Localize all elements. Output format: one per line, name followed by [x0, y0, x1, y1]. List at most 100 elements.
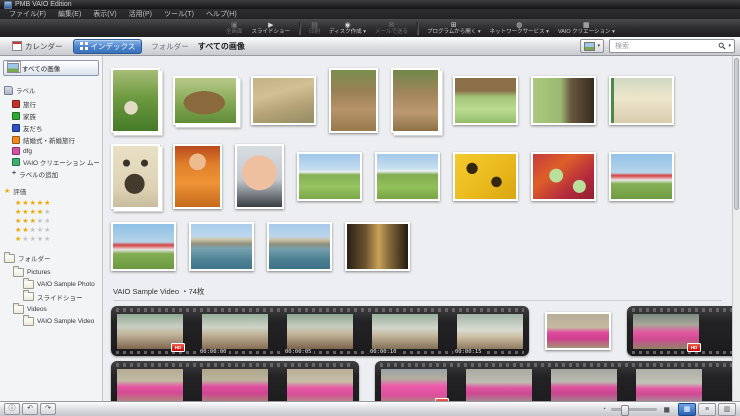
hd-video-badge: HD — [171, 343, 185, 352]
video-strip-3-frame-0[interactable]: 00:00:00 — [117, 369, 183, 402]
info-button[interactable]: ⓘ — [4, 403, 20, 415]
add-label-button[interactable]: + ラベルの追加 — [3, 168, 99, 180]
menu-item-4[interactable]: ツール(T) — [158, 9, 200, 19]
slider-thumb[interactable] — [621, 405, 629, 416]
video-thumb-girl-pink[interactable] — [545, 312, 611, 350]
detail-view-button[interactable]: ▥ — [718, 403, 736, 416]
video-strip-4-frame-3[interactable]: 00:00:10 — [636, 369, 702, 402]
photo-tortoise[interactable] — [173, 76, 238, 125]
photo-night-alley-bicycle[interactable] — [345, 222, 410, 271]
rating-filter-2-stars[interactable]: ★★★★★ — [3, 226, 99, 235]
photo-icon — [584, 42, 595, 51]
list-view-button[interactable]: ≡ — [698, 403, 716, 416]
video-strip-1-frame-2[interactable]: 00:00:05 — [287, 314, 353, 349]
photo-riverside-town-2[interactable] — [267, 222, 332, 271]
print-button[interactable]: ▤印刷 — [309, 22, 320, 35]
zoom-in-icon[interactable]: ◼ — [663, 405, 670, 414]
photo-monkey-in-grass[interactable] — [111, 68, 160, 133]
tab-folder[interactable]: フォルダー — [151, 41, 189, 52]
slideshow-button[interactable]: ▶スライドショー — [252, 22, 291, 35]
photo-red-tram-2[interactable] — [111, 222, 176, 271]
thumbnail-size-slider[interactable] — [611, 408, 657, 411]
sidebar-label-0[interactable]: 旅行 — [3, 98, 99, 110]
photo-child-watching-hippos[interactable] — [531, 76, 596, 125]
video-strip-1-frame-4[interactable]: 00:00:15 — [457, 314, 523, 349]
fullscreen-button[interactable]: ▣全画面 — [226, 22, 243, 35]
search-options-caret[interactable]: ▾ — [728, 43, 731, 49]
sidebar-label-2[interactable]: 友だち — [3, 122, 99, 134]
label-color-swatch — [12, 147, 20, 155]
rating-filter-5-stars[interactable]: ★★★★★ — [3, 199, 99, 208]
video-strip-1[interactable]: HD 00:00:00 00:00:05 00:00:10 00:00:15 — [111, 306, 529, 356]
video-strip-1-frame-0[interactable]: HD — [117, 314, 183, 349]
sidebar-label-5[interactable]: VAIO クリエーション ムービー — [3, 156, 99, 168]
sidebar-item-all-images[interactable]: すべての画像 — [3, 60, 99, 76]
photo-slide-tunnel-face[interactable] — [111, 144, 160, 209]
rating-filter-3-stars[interactable]: ★★★★★ — [3, 217, 99, 226]
photo-green-field-1[interactable] — [297, 152, 362, 201]
photo-baby-pumpkin-costume[interactable] — [173, 144, 222, 209]
sidebar-label-4[interactable]: dfg — [3, 146, 99, 156]
video-strip-4-frame-2[interactable]: 00:00:05 — [551, 369, 617, 402]
rotate-right-button[interactable]: ↷ — [40, 403, 56, 415]
open-with-program-button[interactable]: ⊞プログラムから開く ▾ — [427, 22, 481, 35]
grid-view-icon: ▦ — [684, 405, 691, 413]
menu-item-2[interactable]: 表示(V) — [87, 9, 122, 19]
rotate-left-button[interactable]: ↶ — [22, 403, 38, 415]
search-icon[interactable] — [718, 42, 726, 50]
hd-video-badge: HD — [687, 343, 701, 352]
subfolder-item[interactable]: VAIO Sample Photo — [3, 278, 99, 290]
network-service-button[interactable]: ◍ネットワークサービス ▾ — [490, 22, 549, 35]
photo-zoo-path-1[interactable] — [329, 68, 378, 133]
subfolder-item[interactable]: VAIO Sample Video — [3, 315, 99, 327]
scrollbar-thumb[interactable] — [734, 58, 739, 210]
video-strip-3-frame-2[interactable]: 00:00:10 — [287, 369, 353, 402]
rating-filter-4-stars[interactable]: ★★★★★ — [3, 208, 99, 217]
video-strip-1-frame-1[interactable]: 00:00:00 — [202, 314, 268, 349]
sidebar-label-1[interactable]: 家族 — [3, 110, 99, 122]
rating-filter-1-stars[interactable]: ★★★★★ — [3, 235, 99, 244]
photo-hippo-pool[interactable] — [453, 76, 518, 125]
star-icon: ★ — [30, 200, 37, 207]
video-strip-4-frame-0[interactable]: HD — [381, 369, 447, 402]
send-mail-button[interactable]: ✉メールで送る — [375, 22, 408, 35]
vaio-creation-button[interactable]: ▦VAIO クリエーション ▾ — [558, 22, 615, 35]
photo-laughing-baby[interactable] — [235, 144, 284, 209]
photo-sunflowers[interactable] — [453, 152, 518, 201]
photo-alligator-pool[interactable] — [251, 76, 316, 125]
video-strip-4[interactable]: HD 00:00:00 00:00:05 00:00:10 — [375, 361, 732, 401]
video-strip-4-frame-1[interactable]: 00:00:00 — [466, 369, 532, 402]
video-strip-3[interactable]: 00:00:00 00:00:05 00:00:10 — [111, 361, 359, 401]
subfolder-item[interactable]: スライドショー — [3, 290, 99, 303]
menu-item-3[interactable]: 活用(P) — [123, 9, 158, 19]
vertical-scrollbar[interactable] — [732, 56, 740, 401]
photo-green-field-2[interactable] — [375, 152, 440, 201]
menu-item-5[interactable]: ヘルプ(H) — [200, 9, 243, 19]
photo-red-tram-1[interactable] — [609, 152, 674, 201]
sidebar-label-3[interactable]: 結婚式・新婚旅行 — [3, 134, 99, 146]
thumbnail-view-button[interactable]: ▦ — [678, 403, 696, 416]
zoom-out-icon[interactable]: ▪ — [604, 406, 606, 412]
photo-riverside-town-1[interactable] — [189, 222, 254, 271]
label-name: 結婚式・新婚旅行 — [23, 135, 75, 145]
video-strip-1-frame-3[interactable]: 00:00:10 — [372, 314, 438, 349]
media-filter-button[interactable]: ▾ — [580, 39, 604, 53]
create-disc-button[interactable]: ◉ディスク作成 ▾ — [329, 22, 366, 35]
search-input[interactable] — [613, 42, 716, 51]
photo-playground-slide[interactable] — [609, 76, 674, 125]
menu-item-1[interactable]: 編集(E) — [52, 9, 87, 19]
subfolder-name: VAIO Sample Photo — [37, 281, 95, 288]
folder-pictures[interactable]: Pictures — [3, 266, 99, 278]
video-strip-3-frame-1[interactable]: 00:00:05 — [202, 369, 268, 402]
photo-image — [377, 154, 438, 199]
tab-calendar[interactable]: カレンダー — [5, 39, 70, 54]
folder-videos[interactable]: Videos — [3, 303, 99, 315]
photo-flower-market[interactable] — [531, 152, 596, 201]
photo-image — [299, 154, 360, 199]
video-strip-2[interactable]: HD — [627, 306, 732, 356]
menu-item-0[interactable]: ファイル(F) — [3, 9, 52, 19]
photo-zoo-path-2[interactable] — [391, 68, 440, 133]
tab-index[interactable]: インデックス — [73, 39, 143, 54]
video-strip-2-frame-0[interactable]: HD — [633, 314, 699, 349]
folder-name: Videos — [27, 306, 47, 313]
